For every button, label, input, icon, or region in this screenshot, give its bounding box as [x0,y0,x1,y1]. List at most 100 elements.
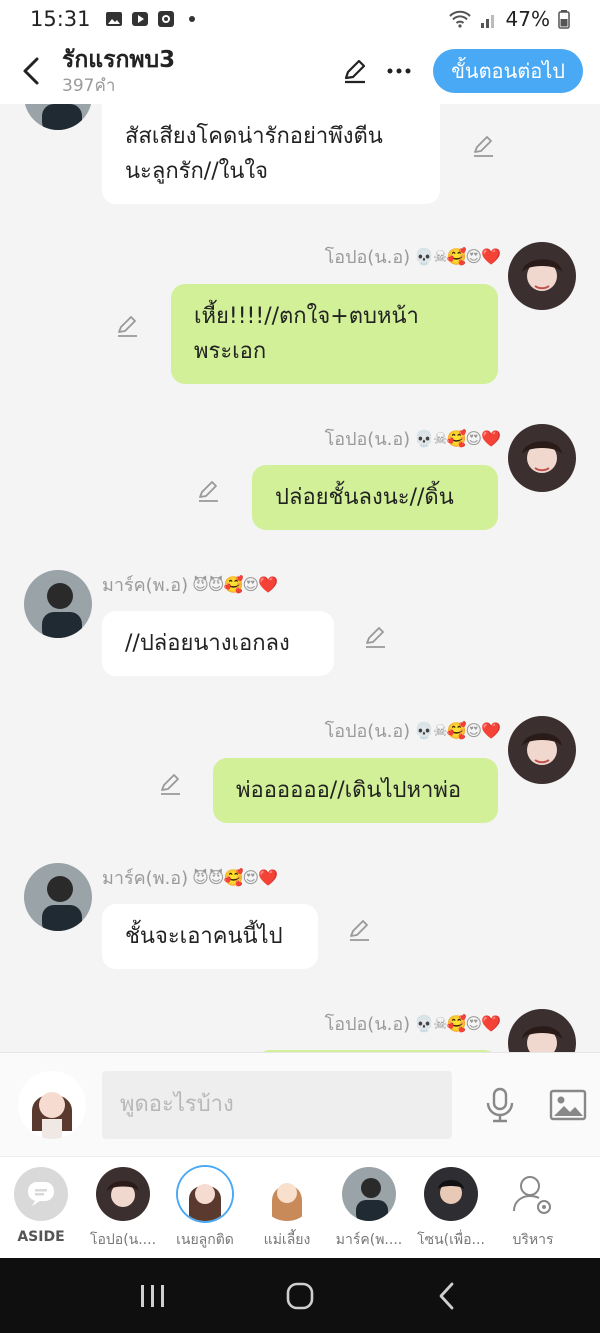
character-aside[interactable]: ASIDE [0,1157,82,1258]
avatar-woman-icon [508,424,576,492]
edit-title-button[interactable] [335,51,375,91]
person-gear-icon [513,1176,551,1214]
character-avatar [424,1167,478,1221]
character-label: เนยลูกติด [176,1232,234,1248]
character-opor[interactable]: โอปอ(น.... [82,1157,164,1258]
avatar-opor[interactable] [508,1009,576,1052]
signal-icon [480,15,494,28]
character-avatar [96,1167,150,1221]
chat-bubble-icon [28,1182,54,1206]
more-button[interactable] [379,51,419,91]
image-icon[interactable] [548,1085,588,1125]
message-line: //ปล่อยนางเอกลง [125,631,290,656]
character-bar: ASIDE โอปอ(น.... เนยลูกติด แม่เลี้ยง มาร… [0,1156,600,1258]
character-mark[interactable]: มาร์ค(พ.... [328,1157,410,1258]
avatar-girl-icon [178,1167,232,1221]
sender-label: โอปอ(น.อ) [324,721,411,742]
avatar-woman-drawn-icon [260,1167,314,1221]
avatar-opor[interactable] [508,242,576,310]
manage-characters[interactable]: บริหาร [492,1157,574,1258]
home-icon [286,1282,314,1309]
sender-label: โอปอ(น.อ) [324,247,411,268]
status-time: 15:31 [30,7,91,31]
pencil-icon[interactable] [470,132,498,160]
avatar-mark[interactable] [24,104,92,130]
status-bar: 15:31 47% [0,0,600,38]
character-label: ASIDE [17,1229,65,1245]
message-line: เหี้ย!!!!//ตกใจ+ตบหน้า [194,304,419,329]
battery-icon [558,10,570,29]
sender-name: โอปอ(น.อ) 💀☠🥰😍❤️ [324,424,501,453]
avatar-opor[interactable] [508,424,576,492]
pencil-icon[interactable] [195,477,223,505]
play-icon [131,12,148,26]
sender-label: โอปอ(น.อ) [324,1014,411,1035]
avatar-mark[interactable] [24,570,92,638]
message-line: พ่ออออออ//เดินไปหาพ่อ [236,778,462,803]
avatar-mark[interactable] [24,863,92,931]
sender-emojis: 😈😈🥰😍❤️ [192,868,278,887]
message-line: ปล่อยชั้นลงนะ//ดิ้น [275,485,454,510]
sender-emojis: 😈😈🥰😍❤️ [192,575,278,594]
gallery-icon [105,12,122,26]
avatar-man-icon [24,104,92,130]
sender-label: มาร์ค(พ.อ) [102,575,189,596]
avatar-woman-icon [508,1009,576,1052]
message-input[interactable] [102,1070,452,1139]
avatar-woman-icon [96,1167,150,1221]
sender-emojis: 💀☠🥰😍❤️ [414,429,501,448]
message-bubble[interactable]: ชั้นจะเอาคนนี้ไป [102,904,318,969]
character-stepmom[interactable]: แม่เลี้ยง [246,1157,328,1258]
character-avatar [342,1167,396,1221]
pencil-icon[interactable] [157,770,185,798]
avatar-man-icon [342,1167,396,1221]
system-navbar [0,1258,600,1333]
current-speaker-avatar[interactable] [18,1070,86,1139]
record-icon [157,11,174,27]
recents-button[interactable] [133,1276,173,1316]
more-dots-icon [387,68,411,74]
message-bubble[interactable]: เหี้ย!!!!//ตกใจ+ตบหน้า พระเอก [171,284,498,384]
aside-button [14,1167,68,1221]
sender-label: มาร์ค(พ.อ) [102,868,189,889]
next-step-button[interactable]: ขั้นตอนต่อไป [433,49,583,93]
character-noey[interactable]: เนยลูกติด [164,1157,246,1258]
chat-screen: 15:31 47% รักแรกพบ3 397คำ ขั้นตอนต่อไป ส… [0,0,600,1333]
system-back-button[interactable] [427,1276,467,1316]
character-label: มาร์ค(พ.... [335,1232,403,1248]
word-count: 397คำ [62,76,116,96]
avatar-girl-icon [18,1070,86,1139]
battery-percent: 47% [505,7,550,31]
message-bubble[interactable]: พ่ออออออ//เดินไปหาพ่อ [213,758,498,823]
pencil-icon[interactable] [346,916,374,944]
pencil-icon [345,59,366,84]
avatar-opor[interactable] [508,716,576,784]
message-line: พระเอก [194,339,267,364]
sender-label: โอปอ(น.อ) [324,429,411,450]
avatar-woman-icon [508,242,576,310]
avatar-woman-icon [508,716,576,784]
status-right: 47% [448,7,570,31]
chat-area[interactable]: สัสเสียงโคดน่ารักอย่าพึงตีน นะลูกรัก//ใน… [0,104,600,1052]
message-bubble[interactable]: สัสเสียงโคดน่ารักอย่าพึงตีน นะลูกรัก//ใน… [102,104,440,204]
back-button[interactable] [0,38,62,104]
microphone-icon[interactable] [480,1085,520,1125]
avatar-man-icon [24,863,92,931]
sender-name: โอปอ(น.อ) 💀☠🥰😍❤️ [324,242,501,271]
home-button[interactable] [280,1276,320,1316]
character-label: บริหาร [512,1232,554,1248]
sender-name: มาร์ค(พ.อ) 😈😈🥰😍❤️ [102,863,278,892]
sender-name: โอปอ(น.อ) 💀☠🥰😍❤️ [324,1009,501,1038]
recents-icon [141,1284,165,1307]
character-avatar [260,1167,314,1221]
message-bubble[interactable]: ปล่อยชั้นลงนะ//ดิ้น [252,465,498,530]
story-title: รักแรกพบ3 [62,47,176,73]
message-bubble[interactable]: //ปล่อยนางเอกลง [102,611,334,676]
title-block: รักแรกพบ3 397คำ [62,45,175,97]
character-zone[interactable]: โซน(เพื่อ... [410,1157,492,1258]
character-label: แม่เลี้ยง [263,1232,311,1248]
pencil-icon[interactable] [362,623,390,651]
sender-emojis: 💀☠🥰😍❤️ [414,247,501,266]
pencil-icon[interactable] [114,312,142,340]
avatar-man-icon [424,1167,478,1221]
